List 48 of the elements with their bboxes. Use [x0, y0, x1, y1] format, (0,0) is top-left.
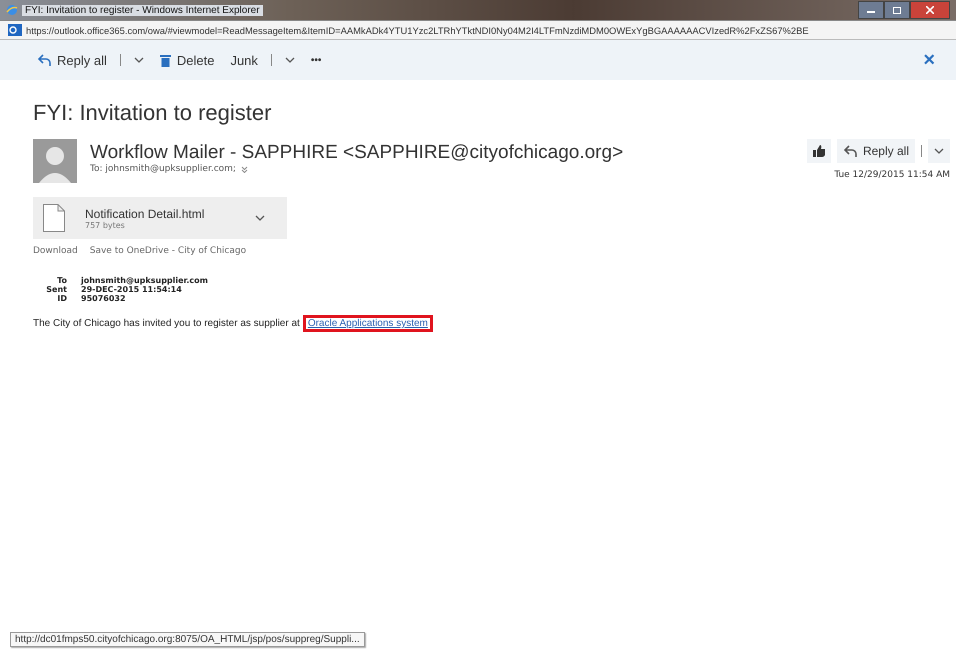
- field-label: ID: [56, 294, 67, 303]
- close-icon: [926, 6, 934, 14]
- attachment-size: 757 bytes: [85, 220, 126, 230]
- reply-all-button[interactable]: Reply all: [836, 139, 915, 163]
- chevron-icon: [240, 166, 248, 172]
- address-bar[interactable]: https://outlook.office365.com/owa/#viewmodel=ReadMessageItem&ItemID=AAMkADk4YTU1Yzc2LTRhYTktNDI0Ny04M2I4LTFmNzdiMDM0OWExYgBGAAAAAACVIzedR%2FxZS67%2BE: [0, 20, 956, 40]
- status-tooltip: http://dc01fmps50.cityofchicago.org:8075/OA_HTML/jsp/pos/suppreg/Suppli...: [10, 632, 365, 646]
- window-title: FYI: Invitation to register - Windows Internet Explorer: [22, 4, 263, 16]
- caret-icon: [284, 56, 295, 64]
- field-label: Sent: [45, 285, 67, 294]
- caret-icon: [255, 214, 265, 222]
- close-button[interactable]: [910, 1, 950, 19]
- url-text: https://outlook.office365.com/owa/#viewmodel=ReadMessageItem&ItemID=AAMkADk4YTU1Yzc2LTRhYTktNDI0Ny04M2I4LTFmNzdiMDM0OWExYgBGAAAAAACVIzedR%2FxZS67%2BE: [26, 24, 809, 36]
- minimize-button[interactable]: [858, 1, 884, 19]
- subject-heading: FYI: Invitation to register: [33, 100, 272, 126]
- date-text: Tue 12/29/2015 11:54 AM: [834, 170, 950, 180]
- more-button[interactable]: •••: [308, 52, 324, 68]
- field-value: 95076032: [81, 294, 127, 303]
- trash-icon: [160, 54, 171, 66]
- dropdown-button[interactable]: [928, 139, 950, 163]
- expand-button[interactable]: [240, 166, 248, 172]
- recipient-text: To: johnsmith@upksupplier.com;: [90, 164, 236, 174]
- maximize-button[interactable]: [884, 1, 910, 19]
- attachment-card[interactable]: Notification Detail.html 757 bytes: [33, 197, 287, 239]
- outlook-icon: [8, 24, 22, 36]
- browser-icon: [6, 4, 18, 16]
- maximize-icon: [893, 6, 901, 14]
- attachment-name: Notification Detail.html: [85, 206, 206, 220]
- file-icon: [43, 204, 65, 232]
- field-label: To: [56, 276, 67, 285]
- caret-icon: [134, 56, 144, 64]
- reply-all-icon: [37, 53, 51, 67]
- reply-all-button[interactable]: Reply all: [34, 50, 110, 70]
- caret-icon: [934, 147, 944, 155]
- avatar-icon: [33, 139, 77, 183]
- junk-button[interactable]: Junk: [227, 50, 261, 70]
- sender-name: Workflow Mailer - SAPPHIRE <SAPPHIRE@cityofchicago.org>: [90, 142, 624, 164]
- delete-button[interactable]: Delete: [156, 50, 218, 70]
- reply-all-icon: [842, 144, 857, 158]
- close-button[interactable]: ×: [920, 46, 938, 74]
- field-value: johnsmith@upksupplier.com: [81, 276, 209, 285]
- attachment-link[interactable]: Download: [33, 246, 78, 256]
- field-value: 29-DEC-2015 11:54:14: [81, 285, 183, 294]
- like-button[interactable]: [806, 139, 831, 163]
- oracle-link[interactable]: Oracle Applications system: [302, 315, 433, 332]
- attachment-link[interactable]: Save to OneDrive - City of Chicago: [90, 246, 246, 256]
- body-text: The City of Chicago has invited you to register as supplier at: [33, 318, 300, 329]
- thumbs-up-icon: [812, 145, 825, 157]
